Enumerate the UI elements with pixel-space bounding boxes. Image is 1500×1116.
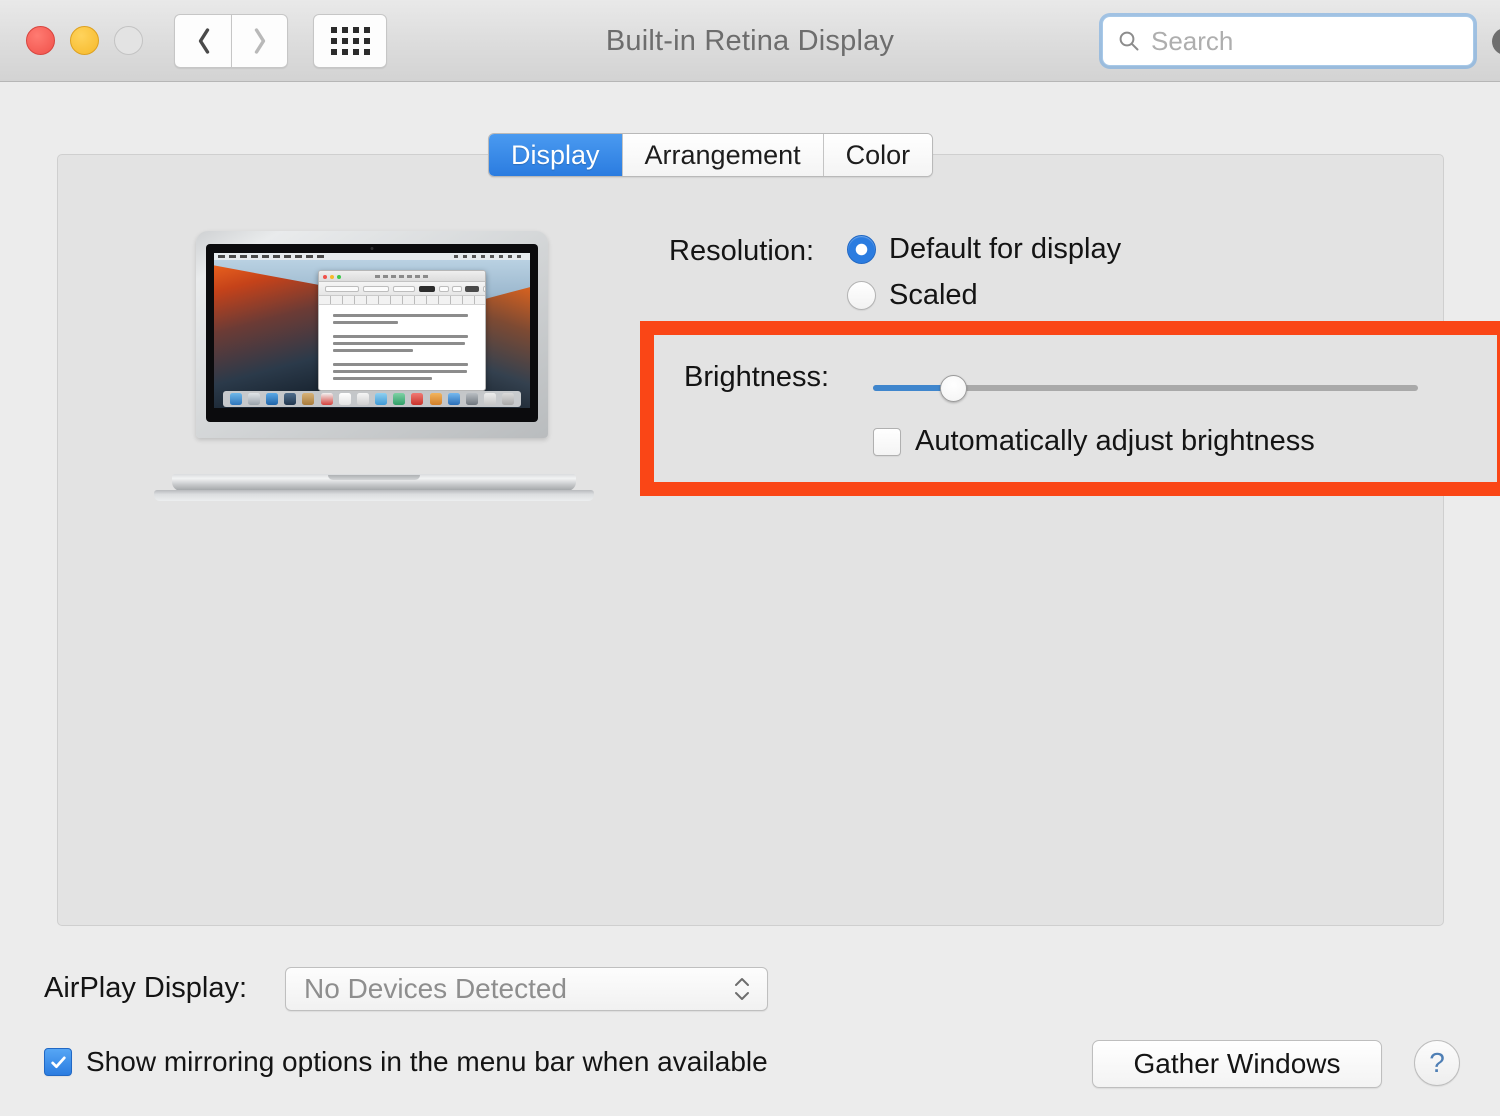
chevron-up-icon bbox=[735, 978, 749, 986]
radio-default-label: Default for display bbox=[889, 233, 1122, 265]
settings-form: Resolution: Default for display Scaled B… bbox=[58, 155, 1500, 925]
brightness-label: Brightness: bbox=[684, 361, 830, 393]
radio-selected-icon bbox=[847, 235, 876, 264]
display-settings-panel: Resolution: Default for display Scaled B… bbox=[57, 154, 1500, 926]
radio-scaled-label: Scaled bbox=[889, 279, 978, 311]
auto-brightness-checkbox[interactable] bbox=[873, 427, 901, 456]
radio-default-for-display[interactable]: Default for display bbox=[847, 233, 1121, 266]
minimize-button[interactable] bbox=[70, 26, 99, 55]
airplay-display-label: AirPlay Display: bbox=[44, 972, 248, 1004]
stepper-icon[interactable] bbox=[733, 976, 751, 1002]
forward-button[interactable] bbox=[231, 14, 288, 68]
slider-knob[interactable] bbox=[940, 375, 968, 402]
checkmark-icon bbox=[50, 1055, 66, 1068]
auto-brightness-row[interactable]: Automatically adjust brightness bbox=[873, 425, 1315, 458]
search-field[interactable] bbox=[1102, 16, 1500, 66]
gather-windows-button[interactable]: Gather Windows bbox=[1092, 1040, 1382, 1088]
grid-view-icon bbox=[330, 27, 370, 55]
chevron-right-icon bbox=[254, 28, 266, 54]
tab-color[interactable]: Color bbox=[823, 134, 933, 176]
radio-unselected-icon bbox=[847, 281, 876, 310]
system-preferences-window: Built-in Retina Display Display Arrangem… bbox=[0, 0, 1500, 1116]
show-mirroring-label: Show mirroring options in the menu bar w… bbox=[86, 1046, 768, 1077]
close-button[interactable] bbox=[26, 26, 55, 55]
airplay-selected-value: No Devices Detected bbox=[304, 973, 568, 1004]
show-mirroring-checkbox[interactable] bbox=[44, 1048, 72, 1076]
search-icon bbox=[1119, 31, 1139, 51]
resolution-label: Resolution: bbox=[669, 235, 815, 267]
window-titlebar: Built-in Retina Display bbox=[0, 0, 1500, 82]
search-input[interactable] bbox=[1141, 25, 1492, 57]
tab-arrangement[interactable]: Arrangement bbox=[622, 134, 824, 176]
tab-display[interactable]: Display bbox=[489, 134, 623, 176]
auto-brightness-label: Automatically adjust brightness bbox=[915, 425, 1315, 457]
clear-search-icon[interactable] bbox=[1492, 27, 1500, 55]
show-all-button[interactable] bbox=[313, 14, 387, 68]
brightness-slider[interactable] bbox=[873, 375, 1418, 402]
brightness-highlight-box: Brightness: Automatically adjust brightn… bbox=[640, 321, 1500, 496]
help-button[interactable]: ? bbox=[1414, 1040, 1460, 1086]
tab-bar: Display Arrangement Color bbox=[488, 133, 934, 177]
zoom-button[interactable] bbox=[114, 26, 143, 55]
show-mirroring-options-row[interactable]: Show mirroring options in the menu bar w… bbox=[44, 1046, 768, 1078]
radio-scaled[interactable]: Scaled bbox=[847, 279, 978, 312]
back-button[interactable] bbox=[174, 14, 231, 68]
chevron-down-icon bbox=[735, 992, 749, 1000]
chevron-left-icon bbox=[198, 28, 209, 54]
airplay-display-select[interactable]: No Devices Detected bbox=[285, 967, 768, 1011]
